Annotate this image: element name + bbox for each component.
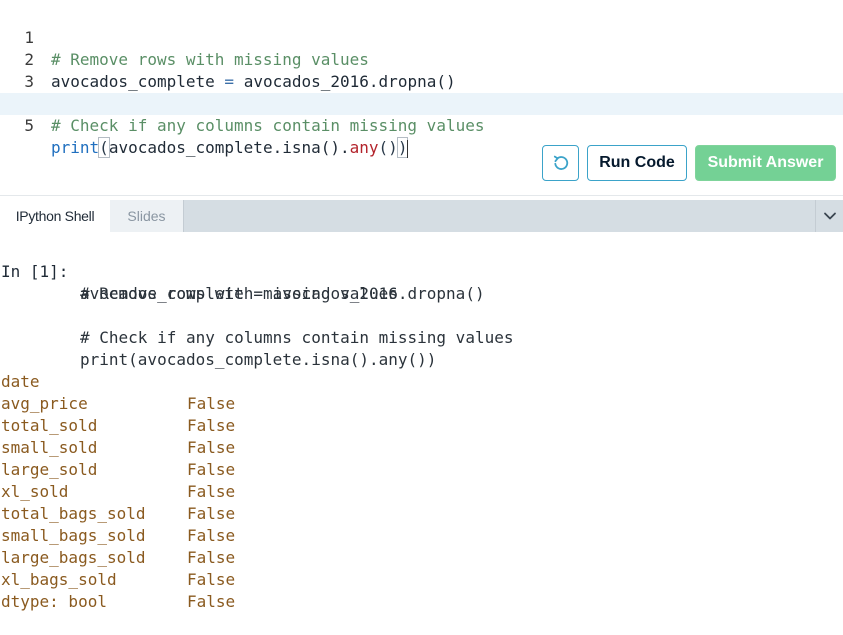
ipython-shell[interactable]: In [1]: # Remove rows with missing value… xyxy=(0,239,843,611)
code-line[interactable]: 1 # Remove rows with missing values xyxy=(0,5,843,69)
line-number: 5 xyxy=(24,116,34,135)
chevron-down-icon xyxy=(824,212,836,220)
code-line-active[interactable]: 5 print(avocados_complete.isna().any()) xyxy=(0,93,843,158)
shell-input-line: print(avocados_complete.isna().any()) xyxy=(0,327,843,369)
output-dtype-line: dtype: bool xyxy=(0,569,843,611)
output-row: small_sold False xyxy=(0,415,843,479)
code-editor[interactable]: 1 # Remove rows with missing values 2 av… xyxy=(0,5,843,158)
tab-ipython-shell[interactable]: IPython Shell xyxy=(0,200,110,232)
code-line[interactable]: 3 xyxy=(0,49,843,91)
code-line[interactable]: 4 # Check if any columns contain missing… xyxy=(0,71,843,135)
code-line[interactable]: 2 avocados_complete = avocados_2016.drop… xyxy=(0,27,843,91)
code-comment: # Check if any columns contain missing v… xyxy=(51,116,485,135)
divider xyxy=(0,195,843,196)
shell-tab-bar: IPython Shell Slides xyxy=(0,200,843,232)
shell-input-line xyxy=(0,283,843,305)
collapse-button[interactable] xyxy=(815,200,843,232)
output-row: small_bags_sold False xyxy=(0,503,843,567)
output-row: xl_sold False xyxy=(0,459,843,523)
reset-icon xyxy=(553,155,568,170)
output-row: date False xyxy=(0,349,843,413)
code-bracket: () xyxy=(378,138,398,157)
output-row: large_bags_sold False xyxy=(0,525,843,589)
reset-button[interactable] xyxy=(542,145,579,181)
code-builtin: print xyxy=(51,138,100,157)
shell-input-line: # Check if any columns contain missing v… xyxy=(0,305,843,347)
submit-answer-button[interactable]: Submit Answer xyxy=(695,145,836,181)
output-row: large_sold False xyxy=(0,437,843,501)
tab-separator xyxy=(183,200,184,232)
output-row: xl_bags_sold False xyxy=(0,547,843,611)
output-dtype: dtype: bool xyxy=(1,592,107,611)
output-row: avg_price False xyxy=(0,371,843,435)
output-value: False xyxy=(187,592,236,611)
output-row: total_sold False xyxy=(0,393,843,457)
shell-input-line: avocados_complete = avocados_2016.dropna… xyxy=(0,261,843,303)
shell-input-line: In [1]: # Remove rows with missing value… xyxy=(0,239,843,303)
code-expression: avocados_complete.isna(). xyxy=(108,138,350,157)
code-method: any xyxy=(349,138,379,157)
output-row: total_bags_sold False xyxy=(0,481,843,545)
tab-slides[interactable]: Slides xyxy=(110,200,183,232)
text-cursor xyxy=(407,139,409,158)
run-code-button[interactable]: Run Code xyxy=(587,145,687,181)
